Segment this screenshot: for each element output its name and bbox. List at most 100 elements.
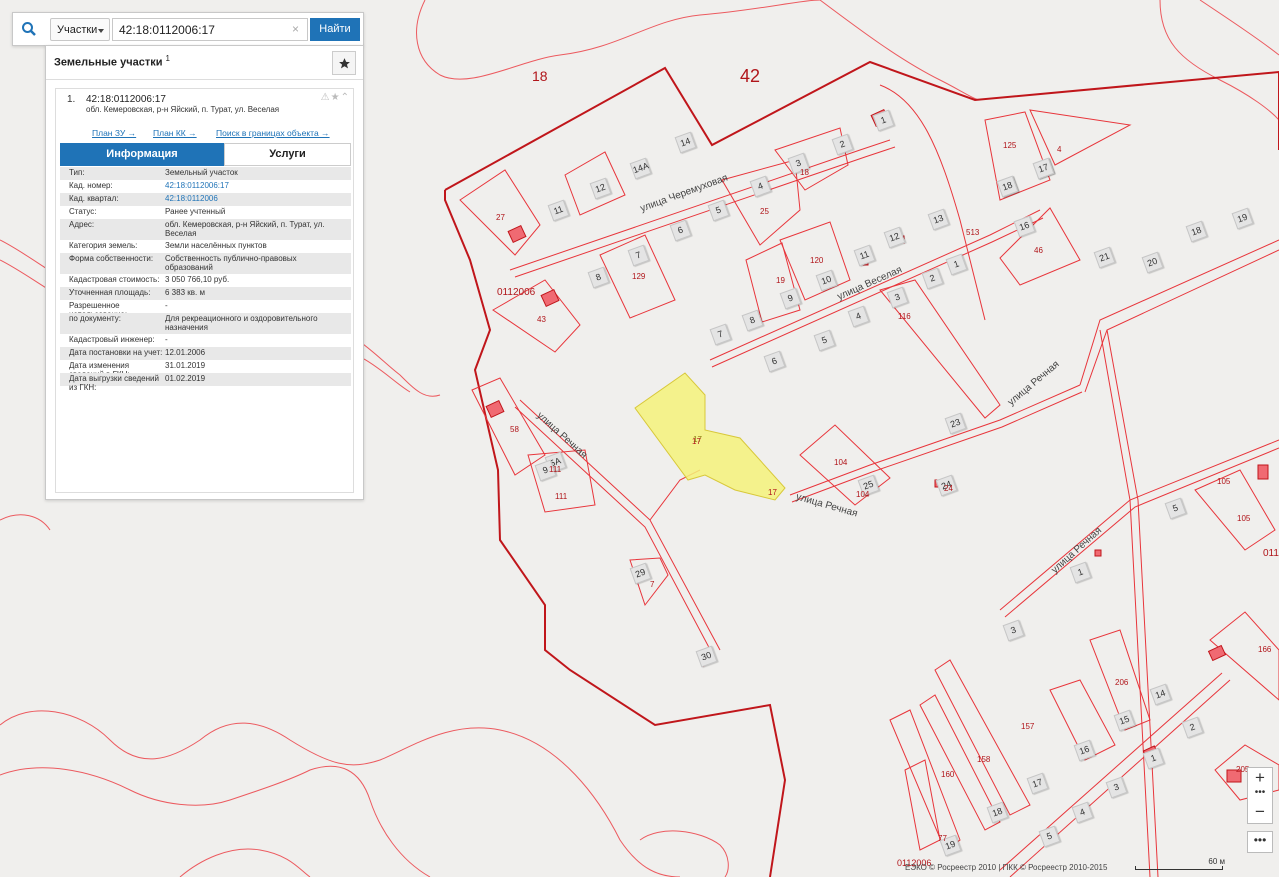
parcel-number: 27 — [496, 213, 505, 222]
attribute-value: Земли населённых пунктов — [165, 241, 267, 250]
zoom-in-button[interactable]: + — [1248, 768, 1272, 788]
scale-line — [1135, 866, 1223, 870]
search-type-select[interactable]: Участки — [50, 18, 110, 41]
search-in-bounds-link[interactable]: Поиск в границах объекта → — [216, 128, 330, 138]
parcel-number: 513 — [966, 228, 980, 237]
attribute-key: Кадастровый инженер: — [69, 335, 155, 344]
panel-title: Земельные участки 1 — [54, 54, 170, 69]
collapse-icon[interactable]: ⌃ — [341, 92, 350, 103]
parcel-number: 46 — [1034, 246, 1043, 255]
more-button[interactable]: ••• — [1247, 831, 1273, 853]
close-icon[interactable]: × — [292, 22, 299, 36]
parcel-number: 129 — [632, 272, 646, 281]
attribute-value: Для рекреационного и оздоровительного на… — [165, 314, 318, 332]
attribute-key: Форма собственности: — [69, 254, 154, 263]
attribute-key: Статус: — [69, 207, 97, 216]
attribute-key: Адрес: — [69, 220, 95, 229]
zoom-level-button[interactable]: ••• — [1248, 788, 1272, 802]
favorites-button[interactable] — [332, 51, 356, 75]
attribute-key: Кадастровая стоимость: — [69, 275, 160, 284]
copyright: ЕЭКО © Росреестр 2010 | ПКК © Росреестр … — [905, 863, 1108, 872]
attribute-value: Земельный участок — [165, 168, 238, 177]
attribute-row: Категория земель: Земли населённых пункто… — [60, 240, 351, 253]
attribute-key: Дата выгрузки сведений из ГКН: — [69, 374, 159, 392]
attribute-key: Дата постановки на учет: — [69, 348, 163, 357]
attribute-value: обл. Кемеровская, р-н Яйский, п. Турат, … — [165, 220, 325, 238]
plan-kk-link[interactable]: План КК → — [153, 128, 197, 138]
attribute-row: Разрешенное использование:- — [60, 300, 351, 318]
attribute-key: по документу: — [69, 314, 121, 323]
attribute-value: - — [165, 335, 168, 344]
plan-zu-link[interactable]: План ЗУ → — [92, 128, 136, 138]
attribute-row: Кадастровая стоимость: 3 050 766,10 руб. — [60, 274, 351, 287]
parcel-number: 104 — [856, 490, 870, 499]
attribute-row: Адрес: обл. Кемеровская, р-н Яйский, п. Т… — [60, 219, 351, 240]
result-count: 1 — [165, 54, 170, 63]
attribute-row: Кад. квартал: 42:18:0112006 — [60, 193, 351, 206]
parcel-number: 104 — [834, 458, 848, 467]
results-panel: Земельные участки 1 1. 42:18:0112006:17 … — [45, 45, 364, 500]
parcel-number: 105 — [1217, 477, 1231, 486]
parcel-number: 17 — [768, 488, 777, 497]
attribute-row: Дата выгрузки сведений из ГКН: 01.02.2019 — [60, 373, 351, 391]
parcel-number: 120 — [810, 256, 824, 265]
parcel-number: 160 — [941, 770, 955, 779]
attribute-key: Тип: — [69, 168, 85, 177]
attribute-value[interactable]: 42:18:0112006 — [165, 194, 345, 204]
attribute-value[interactable]: 42:18:0112006:17 — [165, 181, 345, 191]
parcel-number: 105 — [1237, 514, 1251, 523]
parcel-number: 206 — [1115, 678, 1129, 687]
search-bar: Участки × Найти — [12, 12, 364, 46]
warning-icon[interactable]: ⚠ — [321, 92, 331, 103]
search-type-label: Участки — [57, 24, 98, 36]
attribute-row: Форма собственности: Собственность публич… — [60, 253, 351, 274]
attribute-value: 6 383 кв. м — [165, 288, 205, 297]
result-tabs: Информация Услуги — [60, 143, 351, 166]
attribute-row: Тип: Земельный участок — [60, 167, 351, 180]
parcel-number: 19 — [776, 276, 785, 285]
attribute-key: Категория земель: — [69, 241, 138, 250]
parcel-number: 111 — [549, 465, 562, 474]
zoom-out-button[interactable]: − — [1248, 802, 1272, 822]
attribute-row: Уточненная площадь: 6 383 кв. м — [60, 287, 351, 300]
divider — [46, 79, 363, 80]
attribute-value: 31.01.2019 — [165, 361, 206, 370]
parcel-number: 25 — [760, 207, 769, 216]
result-card: 1. 42:18:0112006:17 обл. Кемеровская, р-… — [55, 88, 354, 493]
attribute-row: Статус: Ранее учтенный — [60, 206, 351, 219]
parcel-number: 4 — [1057, 145, 1062, 154]
scale-label: 60 м — [1208, 857, 1225, 866]
search-input[interactable] — [112, 18, 308, 41]
parcel-number: 157 — [1021, 722, 1035, 731]
chevron-down-icon — [98, 29, 104, 33]
parcel-number: 43 — [537, 315, 546, 324]
parcel-number: 58 — [510, 425, 519, 434]
attributes-table: Тип: Земельный участок Кад. номер: 42:18:01… — [60, 167, 351, 391]
attribute-value: Ранее учтенный — [165, 207, 226, 216]
parcel-number: 158 — [977, 755, 991, 764]
parcel-number: 166 — [1258, 645, 1272, 654]
tab-services[interactable]: Услуги — [224, 143, 351, 166]
parcel-number: 125 — [1003, 141, 1017, 150]
parcel-number: 77 — [938, 834, 947, 843]
parcel-number: 7 — [650, 580, 655, 589]
parcel-number: 111 — [555, 492, 568, 501]
attribute-row: Дата изменения сведений в ГКН:31.01.2019 — [60, 360, 351, 378]
panel-title-text: Земельные участки — [54, 56, 163, 69]
attribute-row: Кад. номер: 42:18:0112006:17 — [60, 180, 351, 193]
attribute-row: Дата постановки на учет: 12.01.2006 — [60, 347, 351, 360]
star-icon — [338, 57, 350, 68]
parcel-number: 116 — [898, 312, 911, 321]
attribute-key: Уточненная площадь: — [69, 288, 151, 297]
parcel-number: 24 — [944, 484, 953, 493]
result-cad-number[interactable]: 42:18:0112006:17 — [86, 94, 166, 105]
tab-information[interactable]: Информация — [60, 143, 224, 166]
attribute-value: 12.01.2006 — [165, 348, 206, 357]
star-icon[interactable]: ★ — [331, 92, 341, 103]
find-button[interactable]: Найти — [310, 18, 360, 41]
result-number: 1. — [67, 94, 76, 105]
attribute-key: Кад. квартал: — [69, 194, 119, 203]
search-icon[interactable] — [13, 13, 45, 45]
attribute-value: 3 050 766,10 руб. — [165, 275, 230, 284]
attribute-key: Кад. номер: — [69, 181, 113, 190]
